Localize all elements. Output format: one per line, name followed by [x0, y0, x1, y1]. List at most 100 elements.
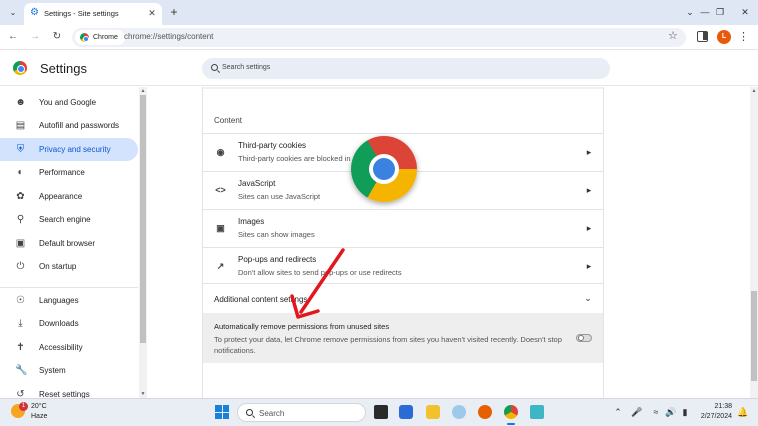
minimize-button[interactable]: — — [697, 5, 713, 19]
sidebar-item-label: Accessibility — [39, 343, 83, 352]
settings-main: Content ◉ Third-party cookies Third-part… — [147, 87, 758, 398]
sidebar-item-label: Autofill and passwords — [39, 121, 120, 130]
back-button[interactable]: ← — [6, 30, 20, 44]
power-icon: ⏻ — [16, 261, 25, 272]
active-app-indicator — [507, 423, 515, 425]
more-menu-icon[interactable]: ⋮ — [738, 30, 749, 44]
tab-title: Settings - Site settings — [44, 9, 119, 18]
sidebar-item-reset-settings[interactable]: ↺ Reset settings — [0, 383, 138, 398]
close-tab-icon[interactable]: ✕ — [146, 7, 158, 19]
scroll-down-arrow-icon[interactable]: ▼ — [139, 390, 147, 398]
window-tab-search-icon[interactable]: ⌄ — [682, 5, 698, 19]
sidebar-item-autofill[interactable]: ▤ Autofill and passwords — [0, 114, 138, 137]
url-text[interactable]: chrome://settings/content — [124, 32, 213, 41]
row-subtitle: Sites can show images — [238, 230, 315, 239]
chevron-down-icon: ⌄ — [584, 293, 592, 303]
toggle-knob — [578, 335, 584, 341]
microphone-icon[interactable]: 🎤 — [631, 406, 643, 418]
chevron-up-icon[interactable]: ⌃ — [612, 406, 624, 418]
chrome-taskbar-icon[interactable] — [504, 405, 518, 419]
clock-date[interactable]: 2/27/2024 — [694, 413, 732, 420]
settings-header: Settings Search settings — [0, 51, 758, 86]
row-subtitle: Third-party cookies are blocked in — [238, 154, 351, 163]
sidebar-item-default-browser[interactable]: ▣ Default browser — [0, 232, 138, 255]
site-chip[interactable]: Chrome — [75, 30, 125, 45]
side-panel-icon[interactable] — [697, 31, 708, 42]
sidebar-item-accessibility[interactable]: ✝ Accessibility — [0, 336, 138, 359]
clock-time[interactable]: 21:38 — [700, 403, 732, 410]
sidebar-item-label: Downloads — [39, 319, 79, 328]
chrome-logo-icon — [80, 33, 89, 42]
row-pop-ups-and-redirects[interactable]: ↗ Pop-ups and redirects Don't allow site… — [203, 247, 603, 285]
search-settings-input[interactable]: Search settings — [202, 58, 610, 79]
reload-button[interactable]: ↻ — [50, 30, 64, 44]
chevron-right-icon: ▸ — [586, 261, 592, 271]
sidebar-item-languages[interactable]: ☉ Languages — [0, 289, 138, 312]
address-bar[interactable]: Chrome chrome://settings/content ☆ — [72, 28, 686, 47]
sidebar-item-system[interactable]: 🔧 System — [0, 359, 138, 382]
main-scrollbar[interactable]: ▲ — [750, 87, 758, 398]
sidebar-item-search-engine[interactable]: ⚲ Search engine — [0, 208, 138, 231]
sidebar-item-label: Appearance — [39, 192, 83, 201]
weather-condition: Haze — [31, 413, 48, 420]
notification-bell-icon[interactable]: 🔔 — [737, 406, 748, 418]
tab-search-chevron-icon[interactable]: ⌄ — [6, 6, 20, 20]
sidebar-item-appearance[interactable]: ✿ Appearance — [0, 185, 138, 208]
notepad-icon[interactable] — [530, 405, 544, 419]
taskbar-search[interactable]: Search — [237, 403, 366, 422]
card-top-edge — [203, 87, 603, 89]
restore-button[interactable]: ❐ — [712, 5, 728, 19]
accessibility-icon: ✝ — [16, 342, 25, 353]
speedometer-icon: ◐ — [17, 167, 24, 178]
sidebar-item-performance[interactable]: ◐ Performance — [0, 161, 138, 184]
main-scrollbar-thumb[interactable] — [751, 291, 757, 381]
app-icon[interactable] — [452, 405, 466, 419]
person-icon: ☻ — [15, 97, 26, 108]
start-button[interactable] — [215, 405, 229, 419]
sidebar-divider — [0, 287, 138, 288]
tab-settings[interactable]: ⚙ Settings - Site settings ✕ — [24, 3, 162, 25]
forward-button[interactable]: → — [28, 30, 42, 44]
palette-icon: ✿ — [16, 191, 25, 202]
shield-icon: ⛨ — [16, 144, 25, 155]
settings-gear-icon: ⚙ — [30, 7, 39, 18]
open-in-new-icon: ↗ — [216, 261, 225, 271]
code-icon: <> — [215, 185, 226, 195]
store-icon[interactable] — [399, 405, 413, 419]
auto-remove-toggle[interactable] — [576, 334, 592, 342]
profile-avatar[interactable]: L — [717, 30, 731, 44]
sidebar-scrollbar[interactable]: ▲ ▼ — [139, 87, 147, 398]
image-icon: ▣ — [216, 223, 225, 233]
new-tab-button[interactable]: + — [167, 5, 181, 19]
row-title: JavaScript — [238, 179, 276, 188]
firefox-icon[interactable] — [478, 405, 492, 419]
sidebar-scrollbar-thumb[interactable] — [140, 95, 146, 343]
sidebar-item-on-startup[interactable]: ⏻ On startup — [0, 255, 138, 278]
wifi-icon[interactable]: ≈ — [650, 406, 662, 418]
bookmark-star-icon[interactable]: ☆ — [668, 29, 678, 42]
row-title: Images — [238, 217, 265, 226]
sidebar-item-label: System — [39, 366, 66, 375]
row-subtitle: Don't allow sites to send pop-ups or use… — [238, 268, 402, 277]
sidebar-item-label: Default browser — [39, 239, 96, 248]
sidebar-item-privacy-and-security[interactable]: ⛨ Privacy and security — [0, 138, 138, 161]
close-window-button[interactable]: ✕ — [737, 5, 753, 19]
cookie-icon: ◉ — [216, 147, 225, 157]
file-explorer-icon[interactable] — [426, 405, 440, 419]
battery-icon[interactable]: ▮ — [679, 406, 691, 418]
volume-icon[interactable]: 🔊 — [665, 406, 677, 418]
additional-content-settings-toggle[interactable]: Additional content settings ⌄ — [203, 283, 603, 313]
scroll-up-arrow-icon[interactable]: ▲ — [139, 87, 147, 95]
globe-icon: ☉ — [16, 295, 25, 306]
scroll-up-arrow-icon[interactable]: ▲ — [750, 87, 758, 95]
auto-remove-description: To protect your data, let Chrome remove … — [214, 335, 562, 355]
sidebar-item-downloads[interactable]: ⤓ Downloads — [0, 312, 138, 335]
reset-icon: ↺ — [16, 389, 25, 398]
download-icon: ⤓ — [18, 318, 23, 329]
sidebar-item-you-and-google[interactable]: ☻ You and Google — [0, 91, 138, 114]
wrench-icon: 🔧 — [15, 365, 28, 376]
row-images[interactable]: ▣ Images Sites can show images ▸ — [203, 209, 603, 247]
additional-content-settings-label: Additional content settings — [214, 295, 308, 304]
task-view-icon[interactable] — [374, 405, 388, 419]
taskbar-search-label: Search — [259, 409, 285, 418]
